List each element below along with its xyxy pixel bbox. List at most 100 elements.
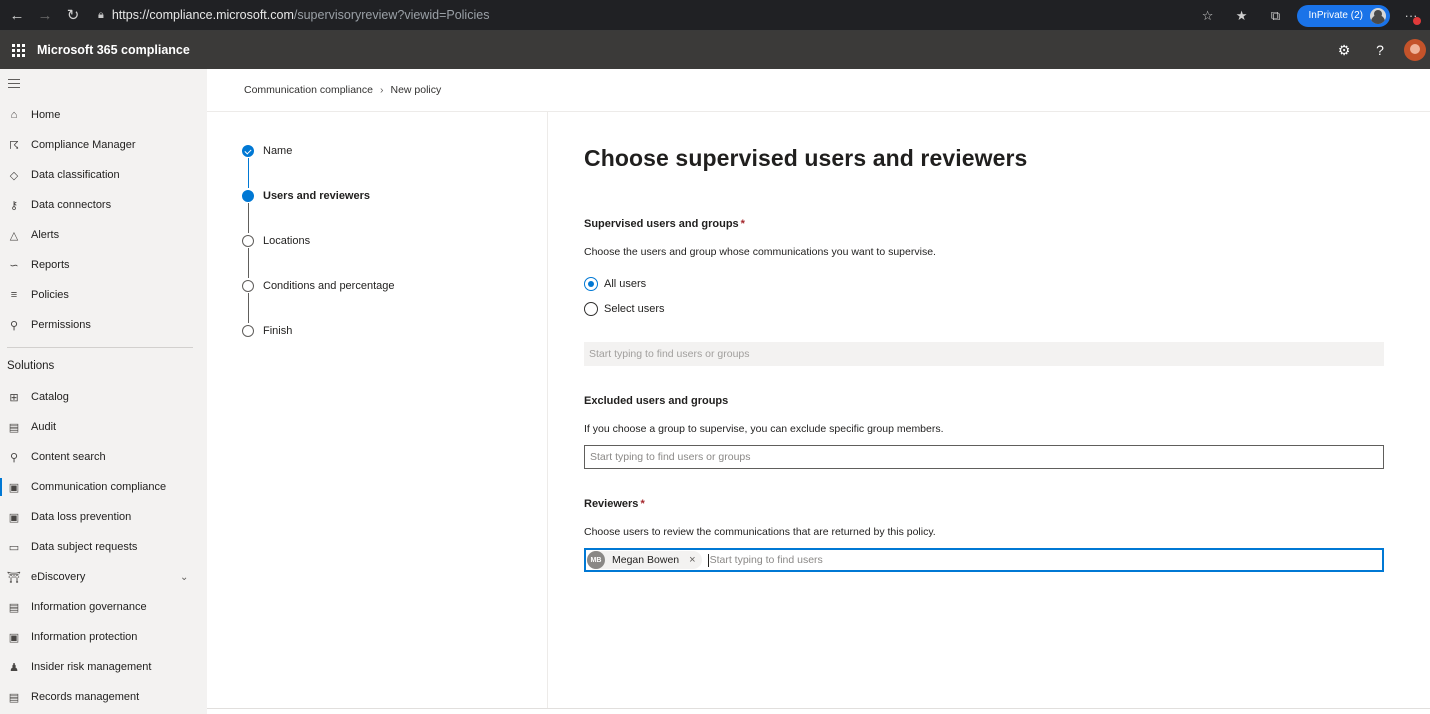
left-navigation: ⌂ Home ☈ Compliance Manager ◇ Data class… [0, 69, 207, 714]
radio-label: Select users [604, 303, 665, 315]
excluded-users-input[interactable]: Start typing to find users or groups [584, 445, 1384, 469]
nav-item-data-connectors[interactable]: ⚷ Data connectors [0, 193, 207, 217]
excluded-label: Excluded users and groups [584, 395, 729, 407]
lock-icon[interactable]: 🔒︎ [98, 9, 104, 22]
reviewers-label-text: Reviewers [584, 498, 639, 510]
nav-item-content-search[interactable]: ⚲ Content search [0, 445, 207, 469]
nav-item-policies[interactable]: ≡ Policies [0, 283, 207, 307]
nav-item-ediscovery[interactable]: ⛩ eDiscovery ⌄ [0, 565, 207, 589]
hamburger-menu-icon[interactable] [8, 79, 20, 91]
radio-unchecked-icon[interactable] [584, 302, 598, 316]
nav-item-label: Data loss prevention [31, 511, 132, 523]
nav-item-home[interactable]: ⌂ Home [0, 103, 207, 127]
nav-item-compliance-manager[interactable]: ☈ Compliance Manager [0, 133, 207, 157]
supervised-users-input[interactable]: Start typing to find users or groups [584, 342, 1384, 366]
breadcrumb-root[interactable]: Communication compliance [244, 84, 373, 96]
nav-item-label: Policies [31, 289, 69, 301]
breadcrumb-current: New policy [390, 84, 442, 96]
inprivate-label: InPrivate (2) [1308, 10, 1363, 21]
reviewers-input[interactable]: MB Megan Bowen × Start typing to find us… [584, 548, 1384, 572]
step-label: Locations [263, 235, 311, 247]
nav-item-label: Data subject requests [31, 541, 138, 553]
excluded-description: If you choose a group to supervise, you … [584, 423, 944, 435]
address-bar[interactable]: https://compliance.microsoft.com/supervi… [112, 8, 490, 22]
shield-doc-icon: ▣ [8, 511, 20, 524]
step-connector [247, 203, 249, 233]
nav-item-label: Reports [31, 259, 70, 271]
nav-item-insider-risk-management[interactable]: ♟ Insider risk management [0, 655, 207, 679]
forward-icon[interactable]: → [34, 4, 56, 26]
step-locations[interactable]: Locations [242, 235, 310, 247]
home-icon: ⌂ [10, 109, 18, 121]
step-circle-icon [242, 325, 254, 337]
nav-item-information-governance[interactable]: ▤ Information governance [0, 595, 207, 619]
breadcrumb-divider [207, 111, 1430, 112]
browser-toolbar: ← → ↻ 🔒︎ https://compliance.microsoft.co… [0, 0, 1430, 31]
nav-item-label: eDiscovery [31, 571, 86, 583]
radio-select-users[interactable]: Select users [584, 302, 665, 316]
help-icon[interactable]: ? [1362, 42, 1398, 58]
nav-item-label: Communication compliance [31, 481, 167, 493]
nav-item-alerts[interactable]: △ Alerts [0, 223, 207, 247]
settings-icon[interactable]: ⚙ [1326, 42, 1362, 59]
step-users-and-reviewers[interactable]: Users and reviewers [242, 190, 370, 202]
step-label: Finish [263, 325, 293, 337]
app-launcher-icon[interactable] [4, 43, 32, 57]
key-icon: ⚲ [9, 319, 19, 332]
chevron-right-icon: › [379, 84, 384, 96]
nav-item-reports[interactable]: ∽ Reports [0, 253, 207, 277]
input-placeholder: Start typing to find users or groups [590, 451, 751, 463]
nav-item-catalog[interactable]: ⊞ Catalog [0, 385, 207, 409]
refresh-icon[interactable]: ↻ [62, 4, 84, 26]
step-circle-icon [242, 235, 254, 247]
nav-item-records-management[interactable]: ▤ Records management [0, 685, 207, 709]
radio-checked-icon[interactable] [584, 277, 598, 291]
url-host: https://compliance.microsoft.com [111, 8, 294, 22]
page-title: Choose supervised users and reviewers [584, 145, 1028, 171]
lock-doc-icon: ▣ [8, 631, 20, 644]
nav-divider [7, 347, 193, 348]
chevron-down-icon[interactable]: ⌄ [180, 572, 188, 583]
collections-icon[interactable]: ⧉ [1259, 8, 1293, 24]
input-placeholder: Start typing to find users or groups [589, 348, 750, 360]
nav-item-permissions[interactable]: ⚲ Permissions [0, 313, 207, 337]
nav-item-data-subject-requests[interactable]: ▭ Data subject requests [0, 535, 207, 559]
required-mark: * [640, 498, 645, 510]
nav-item-audit[interactable]: ▤ Audit [0, 415, 207, 439]
app-header: Microsoft 365 compliance ⚙ ? [0, 31, 1430, 69]
more-icon[interactable]: ··· [1400, 8, 1422, 25]
supervised-label-text: Supervised users and groups [584, 218, 739, 230]
close-icon[interactable]: × [689, 554, 695, 566]
audit-icon: ▤ [8, 421, 20, 434]
nav-item-information-protection[interactable]: ▣ Information protection [0, 625, 207, 649]
nav-item-label: Home [31, 109, 61, 121]
step-name[interactable]: Name [242, 145, 292, 157]
reviewer-persona[interactable]: MB Megan Bowen × [587, 551, 702, 569]
connector-icon: ⚷ [9, 199, 19, 212]
required-mark: * [740, 218, 745, 230]
radio-all-users[interactable]: All users [584, 277, 646, 291]
nav-item-label: Content search [31, 451, 106, 463]
back-icon[interactable]: ← [6, 4, 28, 26]
step-conditions[interactable]: Conditions and percentage [242, 280, 394, 292]
nav-item-label: Audit [31, 421, 57, 433]
nav-item-data-classification[interactable]: ◇ Data classification [0, 163, 207, 187]
panel-divider [547, 112, 548, 708]
step-connector [247, 158, 250, 188]
supervised-label: Supervised users and groups * [584, 218, 745, 230]
breadcrumb: Communication compliance › New policy [244, 84, 441, 96]
nav-item-data-loss-prevention[interactable]: ▣ Data loss prevention [0, 505, 207, 529]
url-path: /supervisoryreview?viewid=Policies [293, 8, 490, 22]
footer-divider [207, 708, 1430, 709]
step-finish[interactable]: Finish [242, 325, 292, 337]
app-title[interactable]: Microsoft 365 compliance [37, 43, 190, 57]
step-label: Conditions and percentage [263, 280, 395, 292]
nav-item-communication-compliance[interactable]: ▣ Communication compliance [0, 475, 207, 499]
nav-item-label: Permissions [31, 319, 91, 331]
user-avatar[interactable] [1404, 39, 1426, 61]
inprivate-button[interactable]: InPrivate (2) [1296, 4, 1390, 27]
nav-item-label: Insider risk management [31, 661, 152, 673]
favorites-icon[interactable]: ★ [1225, 8, 1259, 24]
add-favorite-icon[interactable]: ☆ [1191, 8, 1225, 24]
tag-icon: ◇ [9, 169, 19, 182]
